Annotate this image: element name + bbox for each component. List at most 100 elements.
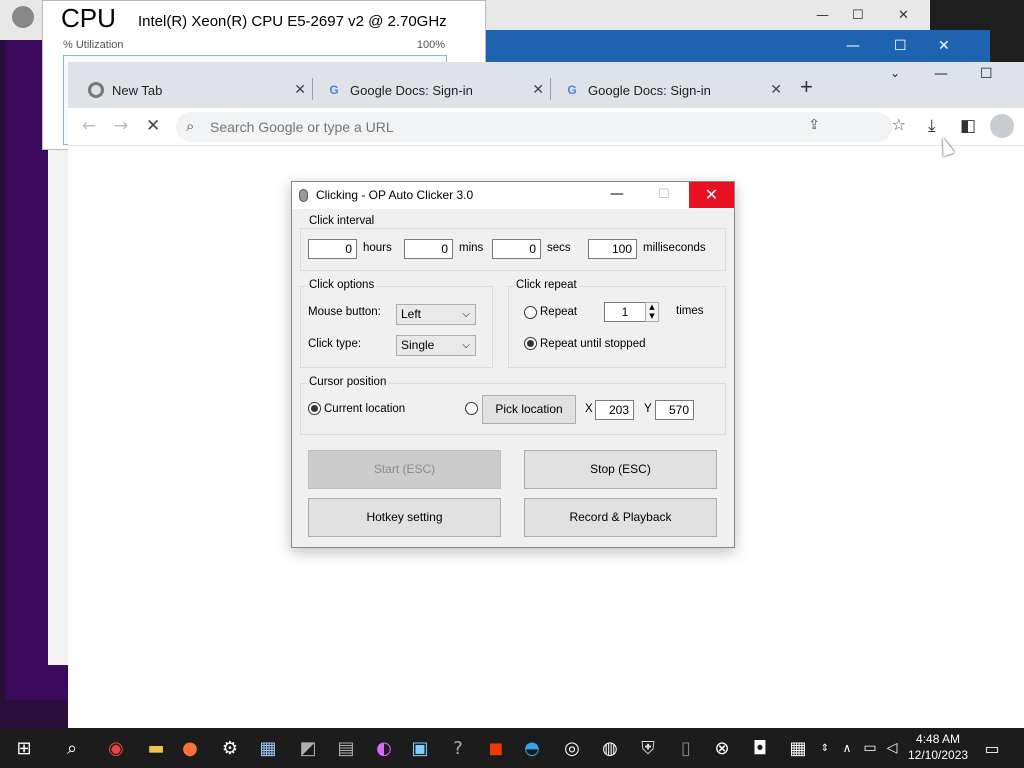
group-label: Click options xyxy=(307,279,377,291)
store-icon[interactable]: ▣ xyxy=(406,734,434,762)
chevron-up-icon[interactable]: ∧ xyxy=(838,734,856,762)
clock[interactable]: 4:48 AM 12/10/2023 xyxy=(908,731,968,763)
repeat-radio[interactable] xyxy=(524,306,537,319)
edge-icon[interactable]: ◓ xyxy=(518,734,546,762)
network-tool-icon[interactable]: ◩ xyxy=(294,734,322,762)
new-tab-button[interactable]: + xyxy=(800,74,813,100)
group-label: Click repeat xyxy=(514,279,579,291)
tab-close-icon[interactable]: ✕ xyxy=(294,81,306,98)
minimize-icon[interactable]: — xyxy=(846,38,860,54)
xbox-icon[interactable]: ⊗ xyxy=(708,734,736,762)
maximize-icon[interactable]: ☐ xyxy=(852,8,864,23)
notification-icon[interactable]: ▭ xyxy=(978,734,1006,762)
hours-input[interactable]: 0 xyxy=(308,239,357,259)
close-icon[interactable]: ✕ xyxy=(938,38,950,54)
control-panel-icon[interactable]: ▦ xyxy=(254,734,282,762)
settings-gear-icon[interactable]: ⚙ xyxy=(216,734,244,762)
cpu-model: Intel(R) Xeon(R) CPU E5-2697 v2 @ 2.70GH… xyxy=(138,13,447,30)
minimize-icon[interactable]: — xyxy=(816,8,829,23)
windows-start-icon[interactable]: ⊞ xyxy=(10,734,38,762)
back-icon[interactable]: ← xyxy=(82,116,96,136)
stop-loading-icon[interactable]: ✕ xyxy=(146,116,160,136)
y-coordinate-input[interactable]: 570 xyxy=(655,400,694,420)
maximize-icon[interactable]: ☐ xyxy=(980,66,993,82)
mins-input[interactable]: 0 xyxy=(404,239,453,259)
chevron-down-icon: ⌵ xyxy=(462,340,470,351)
clock-date: 12/10/2023 xyxy=(908,748,969,762)
tab-new-tab[interactable]: New Tab ✕ xyxy=(78,72,314,108)
y-label: Y xyxy=(644,403,652,415)
current-location-radio[interactable] xyxy=(308,402,321,415)
google-icon: G xyxy=(329,83,339,97)
security-shield-icon[interactable]: ⛨ xyxy=(634,734,662,762)
record-playback-button[interactable]: Record & Playback xyxy=(524,498,717,537)
forward-icon[interactable]: → xyxy=(114,116,128,136)
repeat-until-stopped-radio[interactable] xyxy=(524,337,537,350)
taskbar-scroll-icon[interactable]: ⇕ xyxy=(816,734,834,762)
calendar-icon[interactable]: ▦ xyxy=(784,734,812,762)
chevron-down-icon: ⌵ xyxy=(462,309,470,320)
firefox-icon[interactable]: ● xyxy=(176,734,204,762)
background-blue-window: — ☐ ✕ xyxy=(470,30,990,66)
tab-google-docs-1[interactable]: G Google Docs: Sign-in ✕ xyxy=(316,72,552,108)
tab-search-icon[interactable]: ⌄ xyxy=(890,66,900,80)
network-icon[interactable]: ▭ xyxy=(860,734,880,762)
google-icon: G xyxy=(567,83,577,97)
tab-close-icon[interactable]: ✕ xyxy=(770,81,782,98)
mins-label: mins xyxy=(459,242,484,254)
system-tool-icon[interactable]: ▤ xyxy=(332,734,360,762)
volume-muted-icon[interactable]: ◁ xyxy=(882,734,902,762)
x-coordinate-input[interactable]: 203 xyxy=(595,400,634,420)
pick-location-button[interactable]: Pick location xyxy=(482,395,576,424)
timer-app-icon[interactable]: ◎ xyxy=(558,734,586,762)
pick-location-radio[interactable] xyxy=(465,402,478,415)
tab-title: Google Docs: Sign-in xyxy=(350,82,473,98)
tab-separator xyxy=(550,78,551,100)
close-icon[interactable]: ✕ xyxy=(898,8,909,23)
file-explorer-icon[interactable]: ▬ xyxy=(142,734,170,762)
side-panel-icon[interactable]: ◧ xyxy=(960,116,976,136)
camera-icon[interactable]: ◘ xyxy=(746,734,774,762)
hotkey-setting-button[interactable]: Hotkey setting xyxy=(308,498,501,537)
group-label: Click interval xyxy=(307,215,377,227)
utilization-label: % Utilization xyxy=(63,39,124,51)
background-settings-panel xyxy=(48,150,70,665)
bookmark-star-icon[interactable]: ☆ xyxy=(892,115,906,134)
profile-avatar[interactable] xyxy=(990,114,1014,138)
mouse-button-label: Mouse button: xyxy=(308,306,381,318)
milliseconds-label: milliseconds xyxy=(643,242,706,254)
click-type-select[interactable]: Single ⌵ xyxy=(396,335,476,356)
help-icon[interactable]: ? xyxy=(444,734,472,762)
mask-app-icon[interactable]: ◐ xyxy=(370,734,398,762)
click-type-value: Single xyxy=(401,338,435,352)
chrome-icon[interactable]: ◉ xyxy=(102,734,130,762)
minimize-icon[interactable]: — xyxy=(934,66,948,82)
mouse-icon[interactable]: ▯ xyxy=(672,734,700,762)
maximize-icon[interactable]: ☐ xyxy=(894,38,907,54)
share-icon[interactable]: ⇪ xyxy=(808,117,820,133)
search-icon[interactable]: ⌕ xyxy=(58,734,86,762)
repeat-count-input[interactable]: 1 xyxy=(604,302,646,322)
cpu-title: CPU xyxy=(61,3,116,33)
tab-close-icon[interactable]: ✕ xyxy=(532,81,544,98)
address-bar[interactable]: ⌕ ⇪ ☆ xyxy=(176,112,906,142)
office-icon[interactable]: ◼ xyxy=(482,734,510,762)
start-button[interactable]: Start (ESC) xyxy=(308,450,501,489)
stop-button[interactable]: Stop (ESC) xyxy=(524,450,717,489)
close-button[interactable]: ✕ xyxy=(689,182,734,208)
repeat-count-stepper[interactable]: ▲ ▼ xyxy=(645,302,659,322)
tab-title: Google Docs: Sign-in xyxy=(588,82,711,98)
tab-google-docs-2[interactable]: G Google Docs: Sign-in ✕ xyxy=(554,72,790,108)
secs-input[interactable]: 0 xyxy=(492,239,541,259)
url-input[interactable] xyxy=(210,117,770,137)
group-label: Cursor position xyxy=(307,376,389,388)
mouse-button-select[interactable]: Left ⌵ xyxy=(396,304,476,325)
click-repeat-group xyxy=(508,286,726,368)
clock-time: 4:48 AM xyxy=(916,732,961,746)
mouse-button-value: Left xyxy=(401,307,422,321)
minimize-icon[interactable]: — xyxy=(610,186,624,202)
download-icon[interactable]: ⤓ xyxy=(928,116,936,136)
webcam-icon[interactable]: ◍ xyxy=(596,734,624,762)
milliseconds-input[interactable]: 100 xyxy=(588,239,637,259)
dialog-titlebar: Clicking - OP Auto Clicker 3.0 — ☐ ✕ xyxy=(292,182,734,209)
